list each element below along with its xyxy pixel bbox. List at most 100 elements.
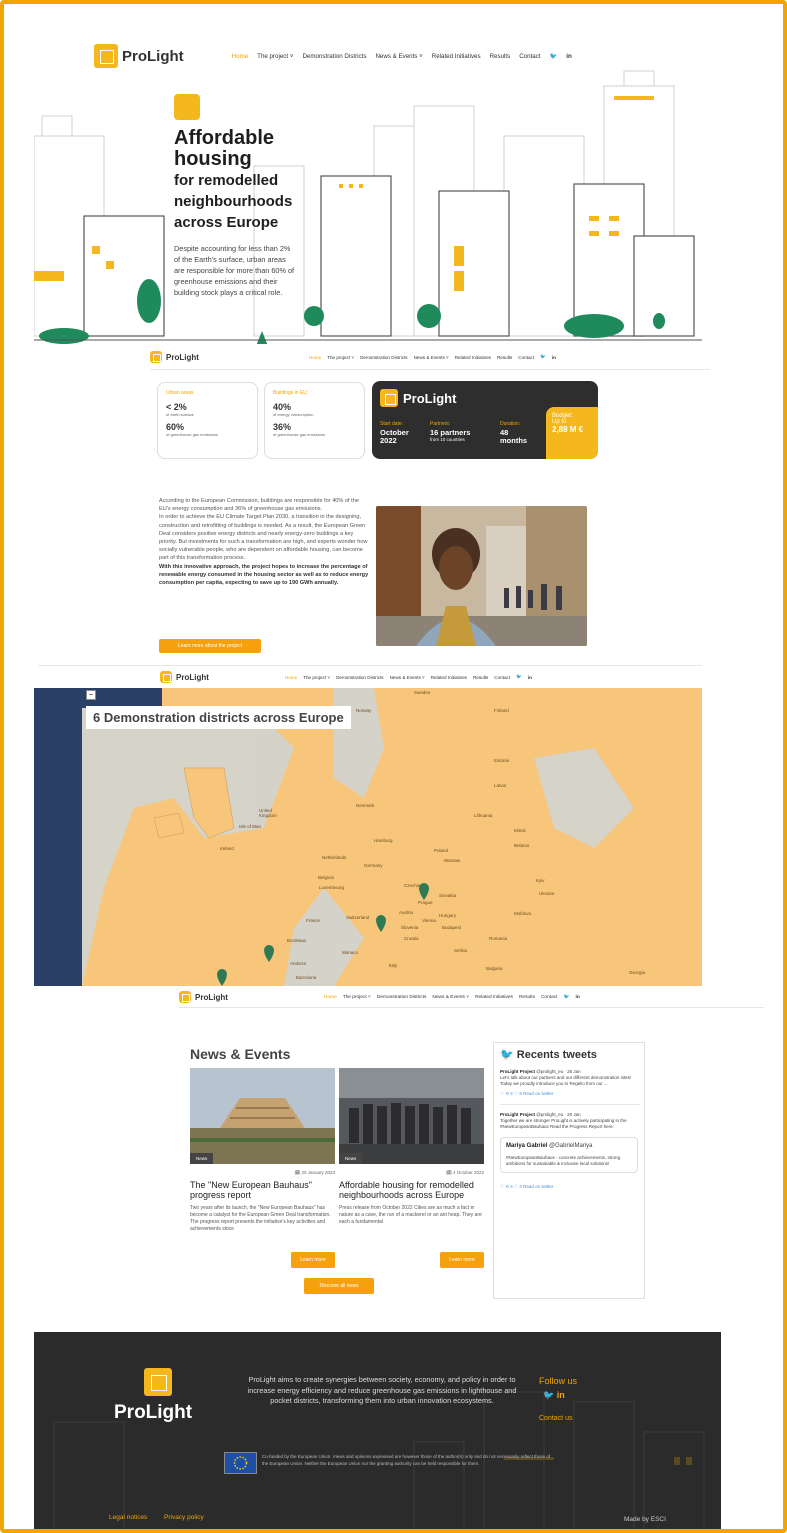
- map-label: Prague: [418, 900, 433, 905]
- footer-brand[interactable]: ProLight: [114, 1402, 192, 1424]
- discover-all-news-button[interactable]: Discover all news: [304, 1278, 374, 1294]
- hero-title-2: housing: [174, 148, 252, 170]
- news-image: News: [190, 1068, 335, 1164]
- learn-more-project-button[interactable]: Learn more about the project: [159, 639, 261, 653]
- nav-contact[interactable]: Contact: [518, 355, 534, 360]
- twitter-icon[interactable]: 🐦: [540, 354, 546, 360]
- sticky-nav-2: ProLight Home The project ˅ Demonstratio…: [150, 348, 556, 366]
- linkedin-icon[interactable]: in: [576, 995, 580, 1000]
- contact-link[interactable]: Contact us: [539, 1415, 577, 1422]
- linkedin-icon[interactable]: in: [552, 355, 556, 360]
- nav-news[interactable]: News & Events ˅: [390, 675, 425, 680]
- learn-more-button[interactable]: Learn more: [291, 1252, 335, 1268]
- tweet-handle: @prolight_eu · 20 Jan: [536, 1112, 581, 1117]
- map-label: Slovakia: [439, 893, 457, 898]
- nav-initiatives[interactable]: Related Initiatives: [432, 53, 481, 60]
- news-card[interactable]: News 🗓 20 January 2023 The "New European…: [190, 1068, 335, 1233]
- quoted-tweet[interactable]: Mariya Gabriel @GabrielMariya #NewEurope…: [500, 1137, 638, 1173]
- twitter-icon[interactable]: 🐦: [550, 52, 558, 60]
- news-photo-bauhaus: [190, 1068, 335, 1164]
- nav-results[interactable]: Results: [519, 995, 535, 1000]
- logo[interactable]: ProLight: [160, 671, 209, 683]
- privacy-policy-link[interactable]: Privacy policy: [164, 1514, 204, 1521]
- nav-home[interactable]: Home: [324, 995, 337, 1000]
- nav-contact[interactable]: Contact: [494, 675, 510, 680]
- nav-project[interactable]: The project ˅: [257, 53, 293, 60]
- partners: Partners: 16 partners from 10 countries: [430, 421, 470, 442]
- district-marker-icon[interactable]: [217, 969, 227, 986]
- map-label: Ukraine: [539, 891, 555, 896]
- district-marker-icon[interactable]: [376, 915, 386, 932]
- news-date: 🗓 4 October 2022: [446, 1170, 484, 1175]
- legal-notices-link[interactable]: Legal notices: [109, 1514, 147, 1521]
- nav-results[interactable]: Results: [490, 53, 511, 60]
- about-text: According to the European Commission, bu…: [159, 497, 369, 587]
- nav-project[interactable]: The project ˅: [303, 675, 330, 680]
- nav-initiatives[interactable]: Related Initiatives: [475, 995, 513, 1000]
- nav-districts[interactable]: Demonstration Districts: [302, 53, 366, 60]
- tweet-handle: @GabrielMariya: [549, 1143, 593, 1149]
- twitter-icon[interactable]: 🐦: [564, 995, 570, 1000]
- twitter-icon[interactable]: 🐦: [543, 1390, 554, 1400]
- duration: Duration: 48 months: [500, 421, 536, 445]
- news-image: News: [339, 1068, 484, 1164]
- photo-image: [376, 506, 587, 646]
- news-date-text: 4 October 2022: [452, 1170, 484, 1175]
- nav-home[interactable]: Home: [232, 53, 249, 60]
- nav-districts[interactable]: Demonstration Districts: [377, 995, 427, 1000]
- nav-home[interactable]: Home: [309, 355, 321, 360]
- map-label: United Kingdom: [259, 808, 277, 818]
- nav-news[interactable]: News & Events ˅: [414, 355, 449, 360]
- tweet-actions[interactable]: ♡ ⟲ 4 ♡ 5 Read on twitter: [500, 1091, 638, 1097]
- nav-home[interactable]: Home: [285, 675, 297, 680]
- nav-districts[interactable]: Demonstration Districts: [360, 355, 407, 360]
- linkedin-icon[interactable]: in: [528, 675, 532, 680]
- city-illustration: [34, 70, 702, 344]
- about-p1: According to the European Commission, bu…: [159, 498, 359, 513]
- logo-icon: [179, 991, 191, 1003]
- nav-news[interactable]: News & Events ˅: [432, 995, 469, 1000]
- start-label: Start date:: [380, 421, 404, 427]
- tweets-title: 🐦 Recents tweets: [494, 1043, 644, 1066]
- logo[interactable]: ProLight: [150, 351, 199, 363]
- tweet-author: Mariya Gabriel: [506, 1143, 548, 1149]
- nav-districts[interactable]: Demonstration Districts: [336, 675, 383, 680]
- map-label: Denmark: [356, 803, 375, 808]
- nav-results[interactable]: Results: [473, 675, 488, 680]
- tweet-actions[interactable]: ♡ ⟲ 4 ♡ 3 Read on twitter: [500, 1184, 638, 1190]
- hero-title-4: neighbourhoods: [174, 193, 293, 210]
- stat-label: Buildings in EU: [273, 390, 307, 396]
- district-marker-icon[interactable]: [419, 883, 429, 900]
- twitter-icon[interactable]: 🐦: [516, 674, 522, 680]
- project-summary-card: ProLight Start date: October 2022 Partne…: [372, 381, 598, 459]
- news-headline[interactable]: The "New European Bauhaus" progress repo…: [190, 1180, 335, 1200]
- learn-more-button[interactable]: Learn more: [440, 1252, 484, 1268]
- nav-results[interactable]: Results: [497, 355, 512, 360]
- europe-map[interactable]: − 6 Demonstration districts across Europ…: [34, 688, 702, 986]
- zoom-out-button[interactable]: −: [86, 690, 96, 700]
- hero-paragraph: Despite accounting for less than 2% of t…: [174, 244, 295, 297]
- nav-news[interactable]: News & Events ˅: [375, 53, 422, 60]
- nav-initiatives[interactable]: Related Initiatives: [455, 355, 491, 360]
- map-label: Sweden: [414, 690, 431, 695]
- nav-contact[interactable]: Contact: [519, 53, 540, 60]
- nav-initiatives[interactable]: Related Initiatives: [431, 675, 467, 680]
- stat-card-buildings: Buildings in EU 40% of energy consumptio…: [264, 382, 365, 459]
- nav-contact[interactable]: Contact: [541, 995, 558, 1000]
- linkedin-icon[interactable]: in: [557, 1390, 565, 1400]
- tweet[interactable]: ProLight Project @prolight_eu · 25 Jan L…: [494, 1066, 644, 1100]
- news-card[interactable]: News 🗓 4 October 2022 Affordable housing…: [339, 1068, 484, 1226]
- divider: [179, 1007, 764, 1008]
- logo[interactable]: ProLight: [179, 991, 228, 1003]
- made-by[interactable]: Made by ESCI: [624, 1516, 666, 1523]
- nav-project[interactable]: The project ˅: [343, 995, 371, 1000]
- linkedin-icon[interactable]: in: [566, 53, 572, 60]
- stat-value: < 2%: [166, 402, 187, 412]
- tweet[interactable]: ProLight Project @prolight_eu · 20 Jan T…: [494, 1109, 644, 1133]
- footer-city-pattern: [53, 1391, 705, 1529]
- logo[interactable]: ProLight: [94, 44, 184, 68]
- district-marker-icon[interactable]: [264, 945, 274, 962]
- nav-project[interactable]: The project ˅: [327, 355, 354, 360]
- map-label: Hungary: [439, 913, 457, 918]
- news-headline[interactable]: Affordable housing for remodelled neighb…: [339, 1180, 484, 1200]
